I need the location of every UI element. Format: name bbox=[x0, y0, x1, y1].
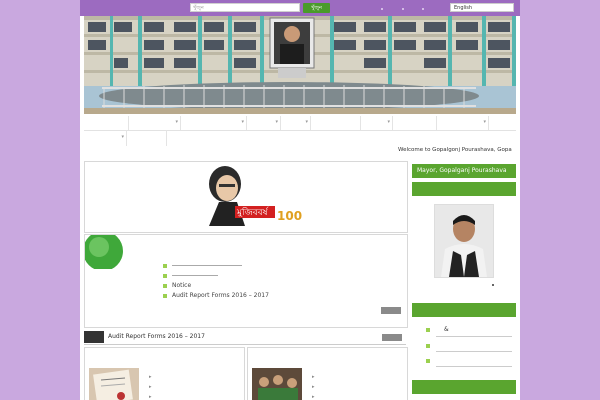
secondary-nav: ▾ bbox=[84, 130, 168, 146]
sidebar-link-text[interactable]: & bbox=[444, 326, 449, 333]
divider bbox=[436, 336, 512, 337]
banner-image bbox=[84, 16, 516, 114]
divider bbox=[436, 366, 512, 367]
globe-icon bbox=[85, 235, 123, 269]
notice-link[interactable]: Audit Report Forms 2016 – 2017 bbox=[172, 292, 269, 299]
main-nav: ▾ ▾ ▾ ▾ ▾ ▾ bbox=[84, 116, 516, 131]
menu-dot bbox=[381, 8, 383, 10]
page-container: খুঁজুন খুঁজুন English ▾ ▾ ▾ ▾ ▾ ▾ ▾ Welc… bbox=[80, 0, 520, 400]
bullet-icon bbox=[163, 273, 167, 278]
chevron-down-icon: ▾ bbox=[305, 119, 308, 125]
bullet-icon bbox=[426, 328, 430, 332]
mujib-100-logo: মুজিববর্ষ 100 bbox=[209, 166, 302, 226]
notice-list: Notice Audit Report Forms 2016 – 2017 bbox=[163, 261, 269, 301]
divider bbox=[436, 351, 512, 352]
bullet-icon bbox=[426, 344, 430, 348]
nav-item[interactable]: ▾ bbox=[280, 116, 311, 130]
nav-item[interactable]: ▾ bbox=[360, 116, 393, 130]
mayor-portrait bbox=[435, 205, 493, 277]
mujib-logo-text: মুজিববর্ষ bbox=[236, 207, 269, 218]
mujib-logo-number: 100 bbox=[277, 209, 302, 223]
menu-dot bbox=[422, 8, 424, 10]
notice-link[interactable] bbox=[172, 265, 242, 266]
card-arrows: ▸ ▸ ▸ bbox=[312, 374, 315, 400]
search-button[interactable]: খুঁজুন bbox=[303, 3, 330, 13]
audit-section-title: Audit Report Forms 2016 – 2017 bbox=[108, 333, 205, 340]
nav-item[interactable]: ▾ bbox=[84, 130, 127, 146]
chevron-down-icon: ▾ bbox=[483, 119, 486, 125]
top-bar: খুঁজুন খুঁজুন English bbox=[80, 0, 520, 16]
chevron-down-icon: ▾ bbox=[275, 119, 278, 125]
nav-item[interactable] bbox=[126, 130, 167, 146]
more-button[interactable] bbox=[381, 307, 401, 314]
nav-item[interactable] bbox=[84, 116, 129, 130]
chevron-down-icon: ▾ bbox=[387, 119, 390, 125]
nav-item[interactable]: ▾ bbox=[436, 116, 489, 130]
mayor-header: Mayor, Gopalganj Pourashava bbox=[412, 164, 516, 178]
notice-item[interactable] bbox=[163, 271, 269, 281]
sidebar-green-bar bbox=[412, 303, 516, 317]
nav-item[interactable] bbox=[310, 116, 361, 130]
dot bbox=[492, 284, 494, 286]
nav-item[interactable]: ▾ bbox=[180, 116, 247, 130]
bullet-icon bbox=[426, 359, 430, 363]
info-card: ▸ ▸ ▸ bbox=[247, 347, 408, 400]
nav-item[interactable]: ▾ bbox=[128, 116, 181, 130]
notice-item[interactable]: Audit Report Forms 2016 – 2017 bbox=[163, 291, 269, 301]
notice-link[interactable]: Notice bbox=[172, 282, 191, 289]
mujib-logo-box: মুজিববর্ষ 100 bbox=[84, 161, 408, 233]
language-select[interactable]: English bbox=[450, 3, 514, 12]
banner-illustration bbox=[84, 16, 516, 114]
sidebar-green-bar bbox=[412, 380, 516, 394]
more-button[interactable] bbox=[382, 334, 402, 341]
notice-link[interactable] bbox=[172, 275, 218, 276]
mayor-photo bbox=[434, 204, 494, 278]
card-arrows: ▸ ▸ ▸ bbox=[149, 374, 152, 400]
chevron-down-icon: ▾ bbox=[121, 134, 124, 140]
notice-item[interactable] bbox=[163, 261, 269, 271]
notice-item[interactable]: Notice bbox=[163, 281, 269, 291]
nav-item[interactable] bbox=[488, 116, 516, 130]
section-marker bbox=[84, 331, 104, 343]
menu-dot bbox=[402, 8, 404, 10]
event-photo bbox=[252, 368, 302, 400]
sidebar-links: & bbox=[426, 326, 512, 368]
search-input[interactable]: খুঁজুন bbox=[190, 3, 300, 12]
nav-item[interactable] bbox=[392, 116, 437, 130]
nav-item[interactable]: ▾ bbox=[246, 116, 281, 130]
certificate-image bbox=[89, 368, 139, 400]
chevron-down-icon: ▾ bbox=[175, 119, 178, 125]
bullet-icon bbox=[163, 283, 167, 288]
chevron-down-icon: ▾ bbox=[241, 119, 244, 125]
divider bbox=[84, 344, 406, 345]
bullet-icon bbox=[163, 293, 167, 298]
notice-box: Notice Audit Report Forms 2016 – 2017 bbox=[84, 234, 408, 328]
welcome-marquee: Welcome to Gopalgonj Pourashava, Gopa bbox=[398, 147, 512, 153]
sidebar-green-bar bbox=[412, 182, 516, 196]
bullet-icon bbox=[163, 263, 167, 268]
info-card: ▸ ▸ ▸ bbox=[84, 347, 245, 400]
